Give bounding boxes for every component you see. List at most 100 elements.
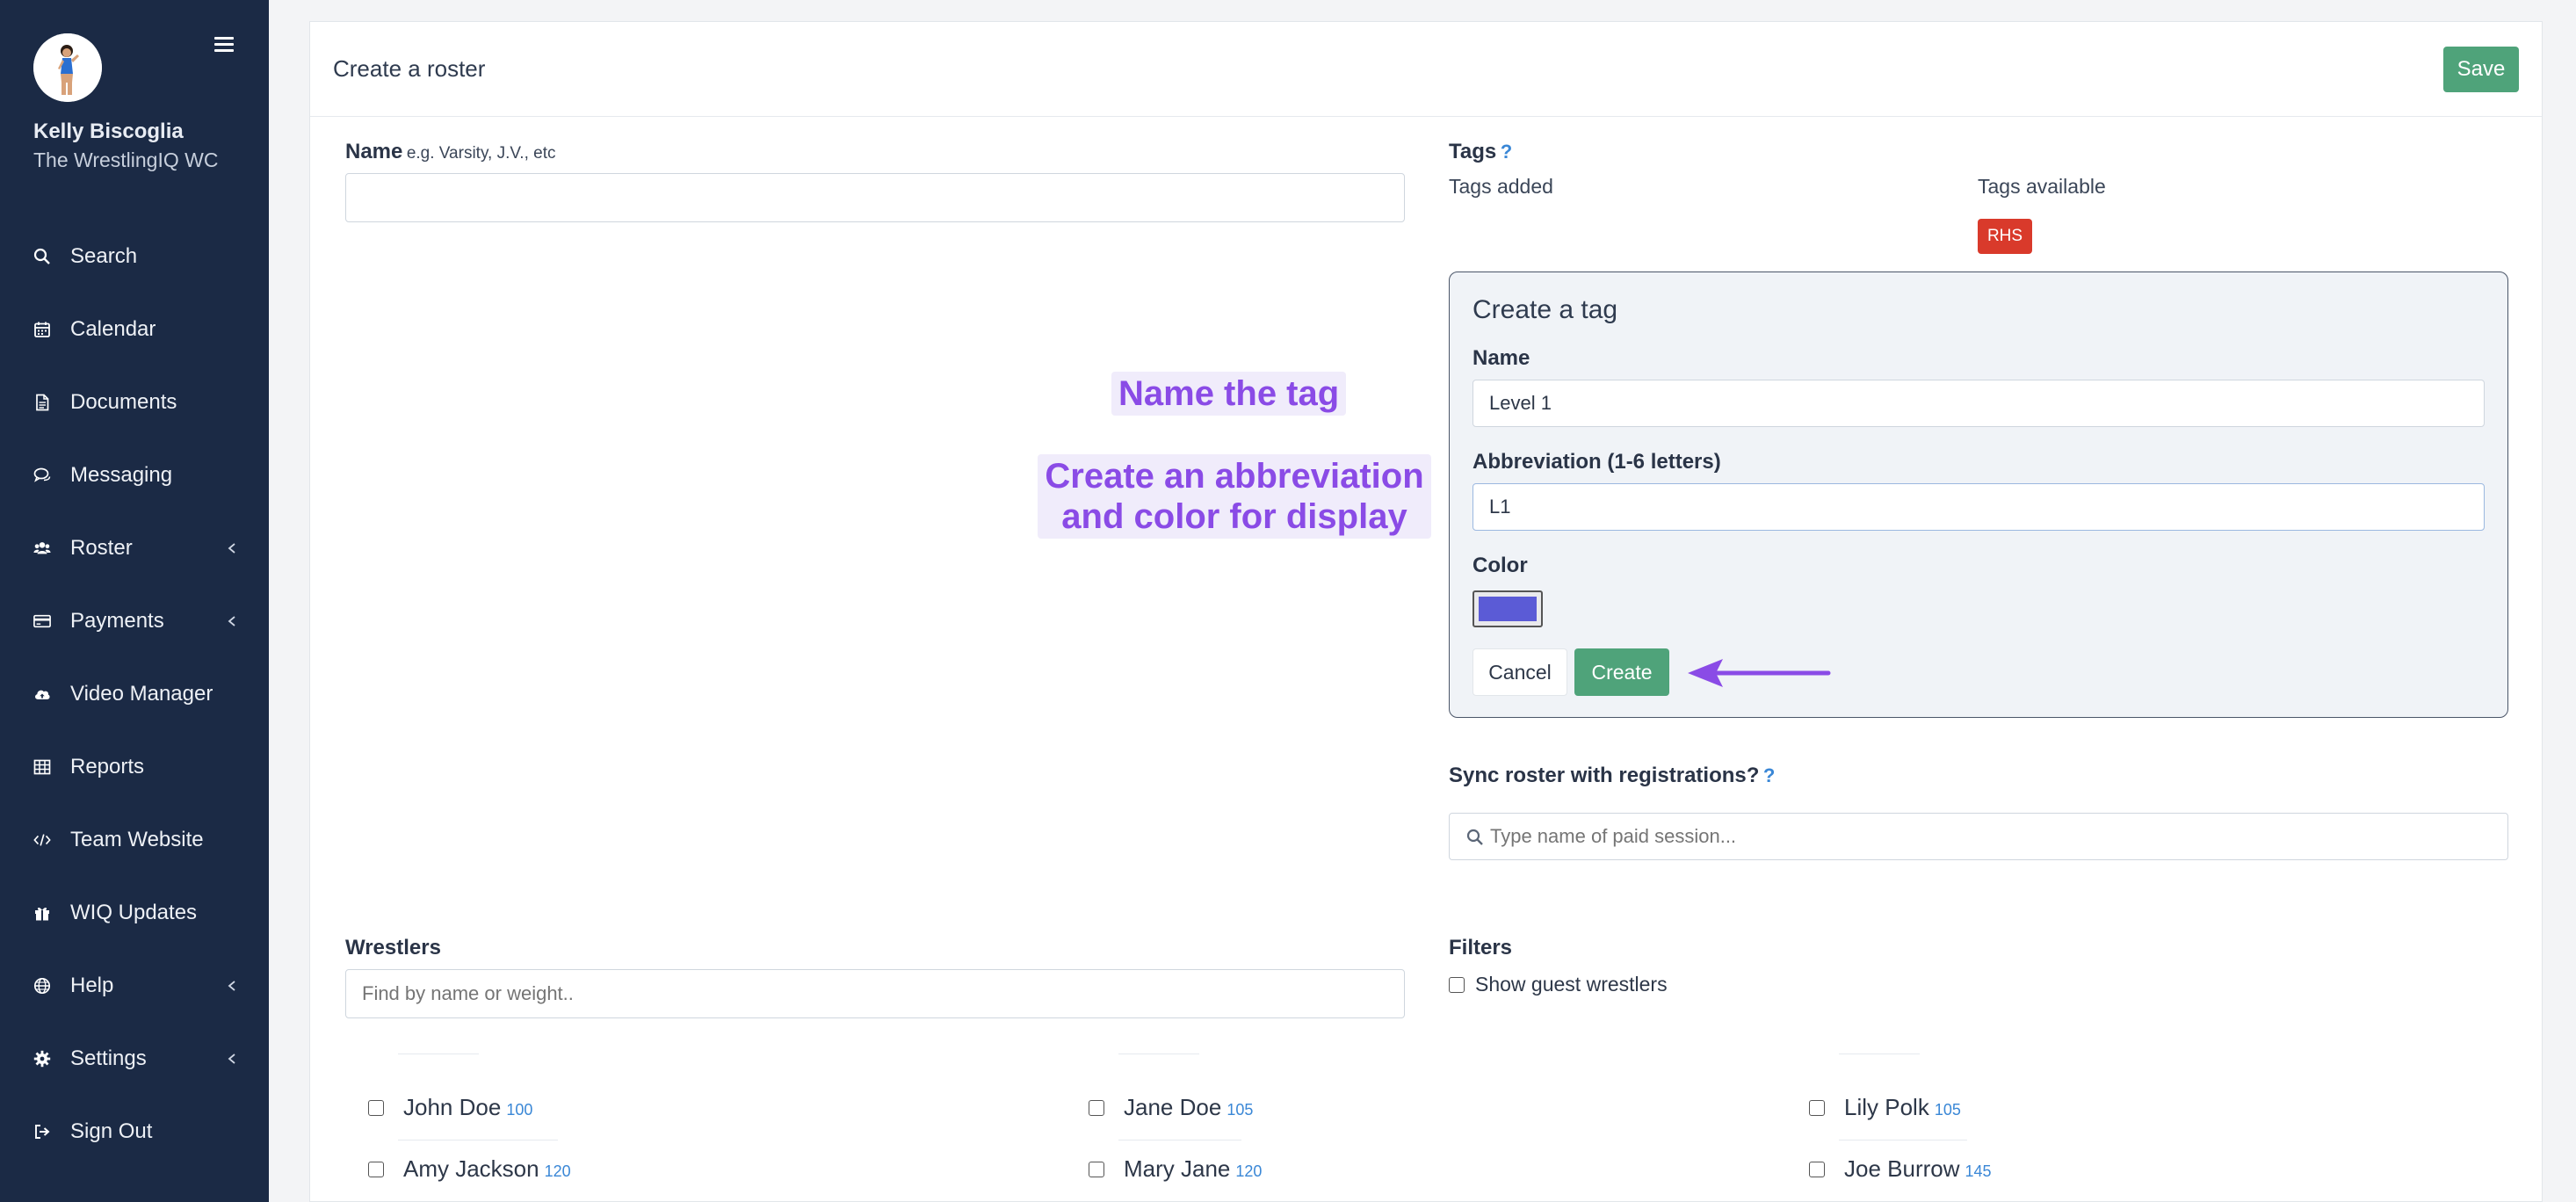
tags-help-icon[interactable]: ? [1501, 141, 1512, 163]
wrestler-name: Lily Polk [1844, 1094, 1929, 1120]
sidebar-item-label: Settings [70, 1046, 147, 1070]
hamburger-menu-icon[interactable] [214, 37, 234, 53]
wrestler-search-input[interactable] [345, 969, 1405, 1018]
tag-badge-rhs[interactable]: RHS [1978, 219, 2032, 254]
name-hint: e.g. Varsity, J.V., etc [406, 144, 556, 163]
user-name: Kelly Biscoglia [33, 119, 184, 143]
sync-label-group: Sync roster with registrations? ? [1449, 764, 1775, 788]
wrestler-checkbox[interactable] [368, 1099, 384, 1116]
globe-icon [33, 977, 51, 995]
tag-abbreviation-label: Abbreviation (1-6 letters) [1473, 450, 1721, 474]
avatar[interactable] [33, 33, 102, 102]
chevron-left-icon [228, 615, 235, 626]
wrestler-name: Joe Burrow [1844, 1155, 1960, 1182]
create-tag-title: Create a tag [1473, 295, 1618, 324]
sidebar-item-label: Payments [70, 608, 164, 633]
sidebar-item-reports[interactable]: Reports [0, 730, 269, 803]
tag-color-picker[interactable] [1473, 590, 1543, 627]
sidebar-item-payments[interactable]: Payments [0, 584, 269, 657]
sidebar-item-label: Search [70, 243, 138, 268]
wrestler-row[interactable]: Amy Jackson 120 [368, 1155, 571, 1183]
wrestler-checkbox[interactable] [1809, 1161, 1825, 1177]
wrestler-row[interactable]: John Doe 100 [368, 1094, 532, 1121]
sidebar-item-label: Reports [70, 754, 145, 778]
wrestler-checkbox[interactable] [1809, 1099, 1825, 1116]
cancel-button[interactable]: Cancel [1473, 648, 1567, 696]
search-icon [1466, 829, 1483, 845]
sidebar-item-label: Messaging [70, 462, 173, 487]
sync-search-wrapper [1449, 813, 2508, 860]
sidebar-item-label: Help [70, 973, 114, 997]
gear-icon [33, 1050, 51, 1068]
sidebar-item-roster[interactable]: Roster [0, 511, 269, 584]
sidebar-item-label: Roster [70, 535, 133, 560]
sidebar-item-wiq-updates[interactable]: WIQ Updates [0, 876, 269, 949]
wrestler-row[interactable]: Mary Jane 120 [1089, 1155, 1262, 1183]
tag-abbreviation-input[interactable] [1473, 483, 2485, 531]
wrestler-row[interactable]: Jane Doe 105 [1089, 1094, 1253, 1121]
wrestler-checkbox[interactable] [1089, 1161, 1104, 1177]
sidebar-item-label: Team Website [70, 827, 204, 851]
sidebar-item-label: Documents [70, 389, 177, 414]
users-icon [33, 539, 51, 557]
chevron-left-icon [228, 542, 235, 554]
calendar-icon [33, 321, 51, 338]
guest-wrestlers-filter: Show guest wrestlers [1449, 973, 1668, 996]
wrestler-name: Amy Jackson [403, 1155, 539, 1182]
sidebar-item-calendar[interactable]: Calendar [0, 293, 269, 366]
sidebar-item-help[interactable]: Help [0, 949, 269, 1022]
callout-name-tag: Name the tag [1111, 372, 1347, 416]
tags-added-label: Tags added [1449, 175, 1553, 198]
filters-label: Filters [1449, 936, 1513, 959]
cloud-upload-icon [33, 685, 51, 703]
gift-icon [33, 904, 51, 922]
wrestler-checkbox[interactable] [1089, 1099, 1104, 1116]
guest-wrestlers-label: Show guest wrestlers [1475, 973, 1668, 996]
table-icon [33, 758, 51, 776]
callout-abbreviation-line2: and color for display [1061, 497, 1407, 536]
wrestler-weight: 105 [1934, 1101, 1961, 1119]
sidebar-item-label: Sign Out [70, 1119, 153, 1143]
tags-label: Tags [1449, 140, 1497, 163]
sidebar-item-sign-out[interactable]: Sign Out [0, 1095, 269, 1168]
wrestler-weight: 145 [1965, 1162, 1992, 1180]
wrestler-row[interactable]: Joe Burrow 145 [1809, 1155, 1992, 1183]
wrestler-weight: 100 [506, 1101, 533, 1119]
wrestler-weight: 120 [544, 1162, 571, 1180]
chevron-left-icon [228, 980, 235, 991]
sidebar-item-label: Calendar [70, 316, 156, 341]
sidebar-item-settings[interactable]: Settings [0, 1022, 269, 1095]
sidebar-item-team-website[interactable]: Team Website [0, 803, 269, 876]
document-icon [33, 394, 51, 411]
wrestler-row[interactable]: Lily Polk 105 [1809, 1094, 1961, 1121]
color-swatch-fill [1479, 597, 1537, 621]
roster-name-input[interactable] [345, 173, 1405, 222]
save-button[interactable]: Save [2443, 47, 2519, 92]
sync-help-icon[interactable]: ? [1763, 764, 1775, 786]
sidebar-item-messaging[interactable]: Messaging [0, 438, 269, 511]
chevron-left-icon [228, 1053, 235, 1064]
create-roster-card: Create a roster Save Name e.g. Varsity, … [309, 21, 2543, 1202]
create-tag-panel: Create a tag Name Abbreviation (1-6 lett… [1449, 272, 2508, 718]
tag-color-label: Color [1473, 554, 1528, 577]
sync-label: Sync roster with registrations? [1449, 764, 1760, 787]
guest-wrestlers-checkbox[interactable] [1449, 976, 1465, 993]
tag-name-input[interactable] [1473, 380, 2485, 427]
callout-abbreviation: Create an abbreviation and color for dis… [1038, 454, 1431, 539]
name-label: Name [345, 140, 403, 163]
sidebar-item-video-manager[interactable]: Video Manager [0, 657, 269, 730]
wrestler-name: John Doe [403, 1094, 502, 1120]
sidebar-item-search[interactable]: Search [0, 220, 269, 293]
user-organization: The WrestlingIQ WC [33, 148, 219, 171]
wrestler-weight: 105 [1226, 1101, 1254, 1119]
tag-name-label: Name [1473, 346, 1530, 370]
tags-available-label: Tags available [1978, 175, 2106, 198]
create-button[interactable]: Create [1574, 648, 1669, 696]
sidebar-item-documents[interactable]: Documents [0, 366, 269, 438]
sync-session-input[interactable] [1449, 813, 2508, 860]
sidebar-nav: Search Calendar Documents Messaging Rost… [0, 220, 269, 1168]
wrestler-checkbox[interactable] [368, 1161, 384, 1177]
name-label-group: Name e.g. Varsity, J.V., etc [345, 140, 556, 164]
sidebar: Kelly Biscoglia The WrestlingIQ WC Searc… [0, 0, 269, 1202]
wrestler-weight: 120 [1235, 1162, 1263, 1180]
